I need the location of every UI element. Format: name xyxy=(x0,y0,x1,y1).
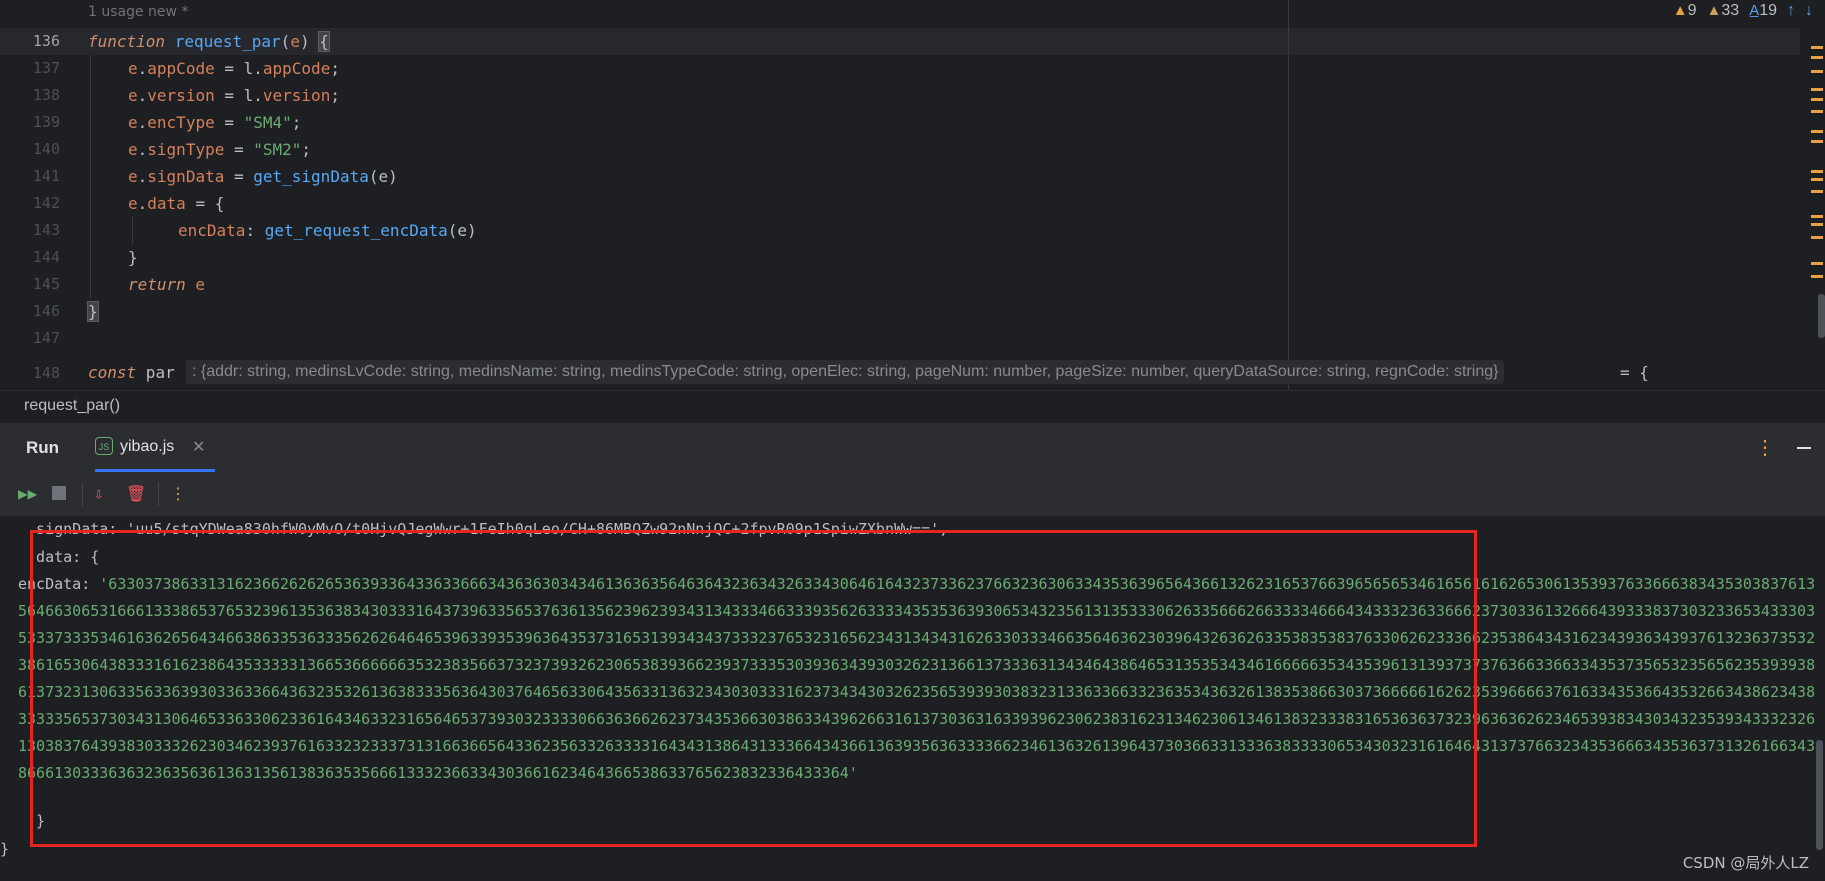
console-output[interactable]: signData: 'uu5/stqYDWea830hfW0yMvO/t0Hjv… xyxy=(0,516,1825,881)
line-number: 137 xyxy=(32,59,60,77)
stop-icon[interactable] xyxy=(52,486,66,500)
run-panel-title: Run xyxy=(26,438,60,457)
stripe-mark[interactable] xyxy=(1811,56,1823,59)
tab-yibao-js[interactable]: JS yibao.js ✕ xyxy=(95,423,215,472)
line-number: 147 xyxy=(32,329,60,347)
line-number-gutter: 136 137 138 139 140 141 142 143 144 145 … xyxy=(0,0,75,390)
line-number: 138 xyxy=(32,86,60,104)
code-line-140[interactable]: e.signType = "SM2"; xyxy=(128,136,311,163)
stripe-mark[interactable] xyxy=(1811,190,1823,193)
breadcrumb[interactable]: request_par() xyxy=(0,390,1825,422)
console-line-close-outer: } xyxy=(0,840,10,858)
line-number: 145 xyxy=(32,275,60,293)
inspection-widget[interactable]: ▲9 ▲33 A̲19 ↑ ↓ xyxy=(1673,2,1813,20)
warning-icon: ▲ xyxy=(1672,2,1688,19)
stripe-mark[interactable] xyxy=(1811,170,1823,173)
console-scrollbar-thumb[interactable] xyxy=(1816,740,1823,850)
code-line-146[interactable]: } xyxy=(87,298,99,325)
code-line-136[interactable]: function request_par(e) { xyxy=(88,28,330,55)
scroll-to-end-icon[interactable]: ⇩ xyxy=(94,484,104,504)
stripe-mark[interactable] xyxy=(1811,223,1823,226)
stripe-mark[interactable] xyxy=(1811,46,1823,49)
stripe-mark[interactable] xyxy=(1811,178,1823,181)
close-icon[interactable]: ✕ xyxy=(192,437,205,457)
line-number: 139 xyxy=(32,113,60,131)
stripe-mark[interactable] xyxy=(1811,130,1823,133)
minimize-icon[interactable] xyxy=(1797,447,1811,449)
previous-highlight-icon[interactable]: ↑ xyxy=(1787,2,1795,20)
encdata-key: encData: xyxy=(18,575,100,593)
code-line-145[interactable]: return e xyxy=(128,271,205,298)
nodejs-file-icon: JS xyxy=(95,437,113,455)
matching-brace: } xyxy=(87,301,99,322)
stripe-mark[interactable] xyxy=(1811,140,1823,143)
stripe-mark[interactable] xyxy=(1811,236,1823,239)
matching-brace: { xyxy=(318,31,330,52)
line-number: 148 xyxy=(32,364,60,382)
type-inlay-hint: : {addr: string, medinsLvCode: string, m… xyxy=(186,360,1505,384)
console-line-signdata: signData: 'uu5/stqYDWea830hfW0yMvO/t0Hjv… xyxy=(18,520,949,538)
more-options-icon[interactable]: ⋮ xyxy=(1755,435,1775,460)
console-encdata: encData: '633037386331316236626262653639… xyxy=(18,571,1818,787)
console-line-data: data: { xyxy=(18,548,100,566)
line-number: 140 xyxy=(32,140,60,158)
clear-console-icon[interactable]: 🗑 xyxy=(126,484,146,504)
typo-icon: A̲ xyxy=(1749,2,1760,19)
code-line-144[interactable]: } xyxy=(128,244,138,271)
stripe-mark[interactable] xyxy=(1811,262,1823,265)
code-line-148-rest: = { xyxy=(1620,363,1649,382)
stripe-mark[interactable] xyxy=(1811,215,1823,218)
indent-guide xyxy=(132,217,133,244)
typo-count[interactable]: A̲19 xyxy=(1749,2,1777,20)
line-number: 146 xyxy=(32,302,60,320)
code-line-142[interactable]: e.data = { xyxy=(128,190,224,217)
code-editor[interactable]: 136 137 138 139 140 141 142 143 144 145 … xyxy=(0,0,1825,390)
weak-warning-icon: ▲ xyxy=(1706,2,1722,19)
rerun-icon[interactable]: ▶▶ xyxy=(18,484,37,504)
breadcrumb-item[interactable]: request_par() xyxy=(24,397,120,414)
line-number: 142 xyxy=(32,194,60,212)
code-line-143[interactable]: encData: get_request_encData(e) xyxy=(178,217,477,244)
stripe-mark[interactable] xyxy=(1811,110,1823,113)
stripe-mark[interactable] xyxy=(1811,98,1823,101)
run-toolbar: ▶▶ ⇩ 🗑 ⋮ xyxy=(0,472,1825,516)
line-number: 141 xyxy=(32,167,60,185)
toolbar-divider xyxy=(82,482,83,506)
indent-guide xyxy=(90,55,91,298)
line-number: 144 xyxy=(32,248,60,266)
tab-label: yibao.js xyxy=(120,438,175,455)
stripe-mark[interactable] xyxy=(1811,70,1823,73)
encdata-value: '633037386331316236626262653639336433633… xyxy=(18,575,1816,782)
toolbar-divider xyxy=(158,482,159,506)
code-line-141[interactable]: e.signData = get_signData(e) xyxy=(128,163,398,190)
line-number: 136 xyxy=(32,32,60,50)
weak-warning-count[interactable]: ▲33 xyxy=(1707,2,1740,20)
code-line-148[interactable]: const par xyxy=(88,359,175,386)
code-line-137[interactable]: e.appCode = l.appCode; xyxy=(128,55,340,82)
usage-hint[interactable]: 1 usage new * xyxy=(88,4,188,20)
code-line-139[interactable]: e.encType = "SM4"; xyxy=(128,109,301,136)
code-line-138[interactable]: e.version = l.version; xyxy=(128,82,340,109)
more-actions-icon[interactable]: ⋮ xyxy=(170,484,186,504)
warning-count[interactable]: ▲9 xyxy=(1673,2,1697,20)
watermark: CSDN @局外人LZ xyxy=(1682,854,1809,872)
console-line-close-inner: } xyxy=(18,812,46,830)
line-number: 143 xyxy=(32,221,60,239)
run-tool-window-header: Run JS yibao.js ✕ ⋮ xyxy=(0,422,1825,473)
right-margin-guide xyxy=(1288,0,1289,390)
editor-scrollbar-thumb[interactable] xyxy=(1818,294,1825,338)
next-highlight-icon[interactable]: ↓ xyxy=(1805,2,1813,20)
stripe-mark[interactable] xyxy=(1811,88,1823,91)
stripe-mark[interactable] xyxy=(1811,275,1823,278)
